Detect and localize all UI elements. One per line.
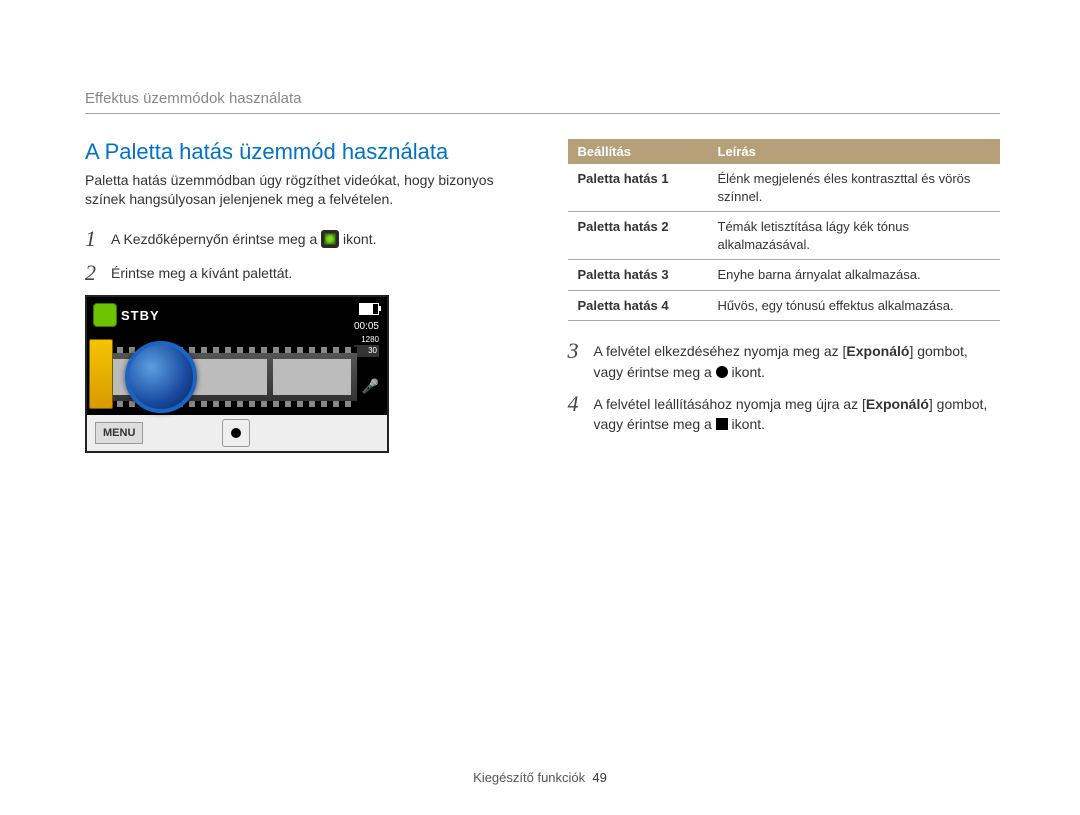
setting-desc: Élénk megjelenés éles kontraszttal és vö… — [708, 164, 1001, 212]
record-start-icon — [716, 366, 728, 378]
resolution-badge: 1280 — [361, 335, 379, 344]
intro-text: Paletta hatás üzemmódban úgy rögzíthet v… — [85, 171, 518, 209]
palette-mode-icon — [321, 230, 339, 248]
table-row: Paletta hatás 2 Témák letisztítása lágy … — [568, 212, 1001, 260]
setting-desc: Enyhe barna árnyalat alkalmazása. — [708, 260, 1001, 291]
rec-timer: 00:05 — [354, 320, 379, 334]
table-header-setting: Beállítás — [568, 139, 708, 164]
step-text: Érintse meg a kívánt palettát. — [111, 261, 518, 283]
right-column: Beállítás Leírás Paletta hatás 1 Élénk m… — [568, 139, 1001, 453]
step-number: 2 — [85, 261, 111, 285]
microphone-icon: 🎤 — [362, 378, 379, 395]
battery-icon — [359, 303, 379, 315]
step-4: 4 A felvétel leállításához nyomja meg új… — [568, 392, 1001, 435]
setting-desc: Témák letisztítása lágy kék tónus alkalm… — [708, 212, 1001, 260]
film-canister-icon — [89, 339, 113, 409]
palette-settings-table: Beállítás Leírás Paletta hatás 1 Élénk m… — [568, 139, 1001, 321]
step-text-after: ikont. — [343, 231, 376, 247]
seg-c: ikont. — [728, 416, 765, 432]
left-column: A Paletta hatás üzemmód használata Palet… — [85, 139, 518, 453]
setting-name: Paletta hatás 1 — [568, 164, 708, 212]
step-text: A felvétel leállításához nyomja meg újra… — [594, 392, 1001, 435]
menu-button[interactable]: MENU — [95, 422, 143, 444]
record-dot-icon — [231, 428, 241, 438]
footer-page-number: 49 — [592, 770, 606, 785]
setting-name: Paletta hatás 2 — [568, 212, 708, 260]
step-1: 1 A Kezdőképernyőn érintse meg a ikont. — [85, 227, 518, 251]
table-row: Paletta hatás 3 Enyhe barna árnyalat alk… — [568, 260, 1001, 291]
setting-desc: Hűvös, egy tónusú effektus alkalmazása. — [708, 290, 1001, 321]
seg-bold: Exponáló — [846, 343, 909, 359]
fps-badge: 30 — [354, 345, 379, 356]
record-mode-icon — [93, 303, 117, 327]
setting-name: Paletta hatás 4 — [568, 290, 708, 321]
table-row: Paletta hatás 4 Hűvös, egy tónusú effekt… — [568, 290, 1001, 321]
seg-bold: Exponáló — [866, 396, 929, 412]
section-title: A Paletta hatás üzemmód használata — [85, 139, 518, 165]
step-number: 4 — [568, 392, 594, 416]
step-text-before: A Kezdőképernyőn érintse meg a — [111, 231, 321, 247]
lens-selector-icon — [125, 341, 197, 413]
step-3: 3 A felvétel elkezdéséhez nyomja meg az … — [568, 339, 1001, 382]
record-stop-icon — [716, 418, 728, 430]
seg-c: ikont. — [728, 364, 765, 380]
step-text: A Kezdőképernyőn érintse meg a ikont. — [111, 227, 518, 249]
filmstrip-thumb — [273, 359, 351, 395]
camera-screenshot: STBY 00:05 1280 30 🎤 — [85, 295, 389, 453]
seg-a: A felvétel leállításához nyomja meg újra… — [594, 396, 866, 412]
step-2: 2 Érintse meg a kívánt palettát. — [85, 261, 518, 285]
stby-label: STBY — [121, 308, 160, 323]
table-row: Paletta hatás 1 Élénk megjelenés éles ko… — [568, 164, 1001, 212]
step-number: 1 — [85, 227, 111, 251]
step-number: 3 — [568, 339, 594, 363]
filmstrip-thumb — [189, 359, 267, 395]
record-button[interactable] — [222, 419, 250, 447]
breadcrumb: Effektus üzemmódok használata — [85, 90, 1000, 114]
footer-label: Kiegészítő funkciók — [473, 770, 585, 785]
page-footer: Kiegészítő funkciók 49 — [0, 770, 1080, 785]
seg-a: A felvétel elkezdéséhez nyomja meg az [ — [594, 343, 847, 359]
table-header-desc: Leírás — [708, 139, 1001, 164]
step-text: A felvétel elkezdéséhez nyomja meg az [E… — [594, 339, 1001, 382]
setting-name: Paletta hatás 3 — [568, 260, 708, 291]
